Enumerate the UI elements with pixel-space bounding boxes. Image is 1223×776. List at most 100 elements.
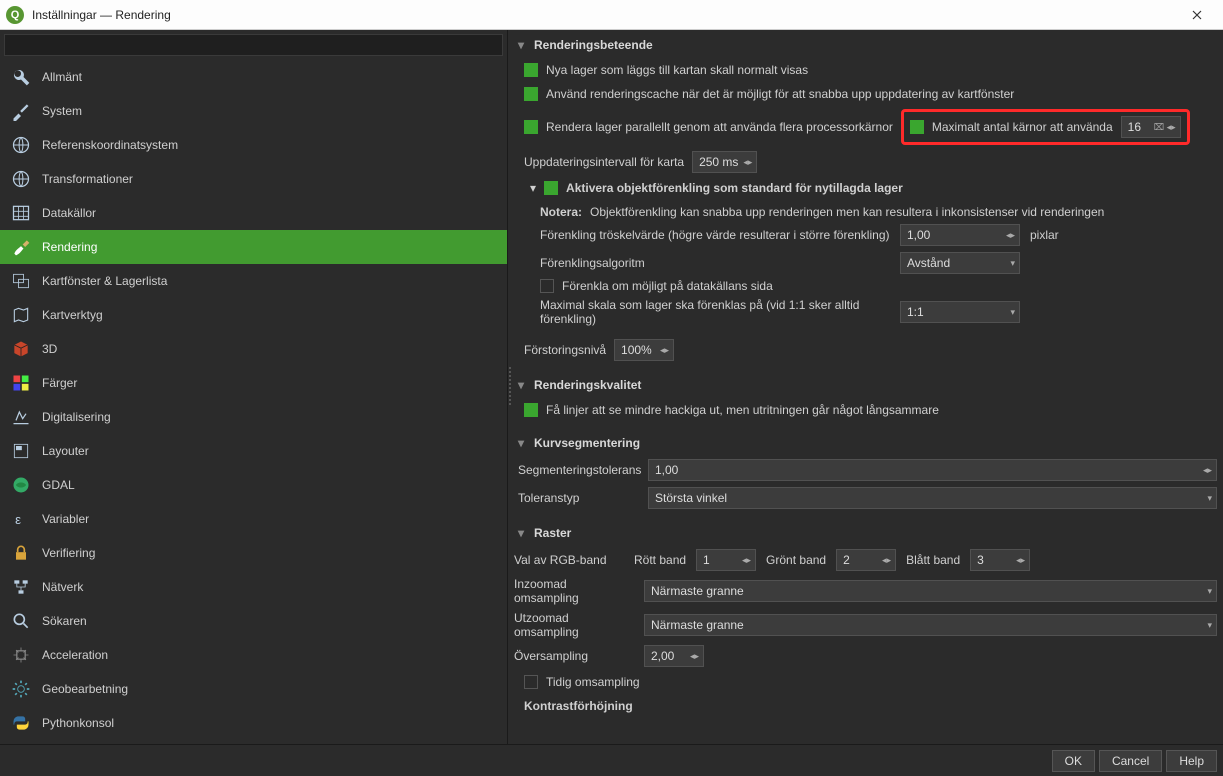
sidebar-item-n-tverk[interactable]: Nätverk	[0, 570, 507, 604]
label-oversampling: Översampling	[514, 649, 634, 663]
checkbox-max-cores[interactable]	[910, 120, 924, 134]
tools-icon	[10, 100, 32, 122]
label-zoomed-out: Utzoomad omsampling	[514, 611, 634, 639]
epsilon-icon: ε	[10, 508, 32, 530]
maptools-icon	[10, 304, 32, 326]
sidebar-item-acceleration[interactable]: Acceleration	[0, 638, 507, 672]
label-max-cores: Maximalt antal kärnor att använda	[932, 120, 1113, 134]
label-threshold-unit: pixlar	[1030, 228, 1217, 242]
section-title: Kurvsegmentering	[534, 436, 640, 450]
chevron-down-icon[interactable]: ▾	[530, 181, 536, 195]
sidebar-item-geobearbetning[interactable]: Geobearbetning	[0, 672, 507, 706]
sidebar-item-variabler[interactable]: εVariabler	[0, 502, 507, 536]
chevron-down-icon: ▾	[1207, 488, 1212, 508]
combo-algorithm-value: Avstånd	[907, 256, 950, 270]
sidebar-item-allm-nt[interactable]: Allmänt	[0, 60, 507, 94]
sidebar-item-f-rger[interactable]: Färger	[0, 366, 507, 400]
sidebar-item-label: Kartfönster & Lagerlista	[42, 274, 167, 288]
gdal-icon	[10, 474, 32, 496]
checkbox-early-resampling[interactable]	[524, 675, 538, 689]
wrench-icon	[10, 66, 32, 88]
sidebar-item-label: Layouter	[42, 444, 89, 458]
section-raster[interactable]: ▾ Raster	[514, 522, 1217, 546]
combo-max-scale[interactable]: 1:1 ▾	[900, 301, 1020, 323]
spin-arrows-icon: ◂▸	[743, 152, 752, 172]
checkbox-antialias[interactable]	[524, 403, 538, 417]
globe-icon	[10, 134, 32, 156]
cube-icon	[10, 338, 32, 360]
ok-button[interactable]: OK	[1052, 750, 1095, 772]
chevron-down-icon: ▾	[514, 38, 528, 52]
combo-zoomed-out[interactable]: Närmaste granne ▾	[644, 614, 1217, 636]
combo-zoomed-in-value: Närmaste granne	[651, 584, 744, 598]
brush-icon	[10, 236, 32, 258]
sidebar-item-label: Färger	[42, 376, 77, 390]
sidebar-item-transformationer[interactable]: Transformationer	[0, 162, 507, 196]
section-rendering-behavior[interactable]: ▾ Renderingsbeteende	[514, 34, 1217, 58]
search-input[interactable]	[4, 34, 503, 56]
sidebar-item-s-karen[interactable]: Sökaren	[0, 604, 507, 638]
sidebar-item-3d[interactable]: 3D	[0, 332, 507, 366]
chevron-down-icon: ▾	[514, 378, 528, 392]
label-green-band: Grönt band	[766, 553, 826, 567]
label-magnification: Förstoringsnivå	[524, 343, 606, 357]
sidebar-item-verifiering[interactable]: Verifiering	[0, 536, 507, 570]
sidebar-item-label: System	[42, 104, 82, 118]
sidebar-item-referenskoordinatsystem[interactable]: Referenskoordinatsystem	[0, 128, 507, 162]
spin-seg-tolerance[interactable]: 1,00 ◂▸	[648, 459, 1217, 481]
sidebar-item-rendering[interactable]: Rendering	[0, 230, 507, 264]
spin-arrows-icon: ◂▸	[1203, 460, 1212, 480]
checkbox-simplify-default[interactable]	[544, 181, 558, 195]
sidebar: Allmänt System ReferenskoordinatsystemTran…	[0, 30, 508, 744]
combo-algorithm[interactable]: Avstånd ▾	[900, 252, 1020, 274]
combo-zoomed-in[interactable]: Närmaste granne ▾	[644, 580, 1217, 602]
combo-tolerance-type[interactable]: Största vinkel ▾	[648, 487, 1217, 509]
sidebar-item-label: Sökaren	[42, 614, 87, 628]
combo-tolerance-type-value: Största vinkel	[655, 491, 727, 505]
close-button[interactable]	[1177, 1, 1217, 29]
spin-arrows-icon: ◂▸	[742, 550, 751, 570]
palette-icon	[10, 372, 32, 394]
sidebar-item-label: Allmänt	[42, 70, 82, 84]
sidebar-item-gdal[interactable]: GDAL	[0, 468, 507, 502]
sidebar-item-datak-llor[interactable]: Datakällor	[0, 196, 507, 230]
sidebar-item-label: Pythonkonsol	[42, 716, 114, 730]
spin-blue-band[interactable]: 3 ◂▸	[970, 549, 1030, 571]
checkbox-parallel-render[interactable]	[524, 120, 538, 134]
sidebar-item-kartverktyg[interactable]: Kartverktyg	[0, 298, 507, 332]
spin-arrows-icon: ◂▸	[882, 550, 891, 570]
canvas-icon	[10, 270, 32, 292]
checkbox-provider-simplify[interactable]	[540, 279, 554, 293]
help-button[interactable]: Help	[1166, 750, 1217, 772]
spin-green-value: 2	[843, 553, 850, 567]
sidebar-item-layouter[interactable]: Layouter	[0, 434, 507, 468]
label-update-interval: Uppdateringsintervall för karta	[524, 155, 684, 169]
checkbox-new-layers-visible[interactable]	[524, 63, 538, 77]
sidebar-list: Allmänt System ReferenskoordinatsystemTran…	[0, 60, 507, 744]
sidebar-item-kartf-nster-lagerlista[interactable]: Kartfönster & Lagerlista	[0, 264, 507, 298]
cancel-button[interactable]: Cancel	[1099, 750, 1162, 772]
section-rendering-quality[interactable]: ▾ Renderingskvalitet	[514, 374, 1217, 398]
sidebar-item-digitalisering[interactable]: Digitalisering	[0, 400, 507, 434]
sidebar-item-label: Digitalisering	[42, 410, 111, 424]
digitize-icon	[10, 406, 32, 428]
section-curve[interactable]: ▾ Kurvsegmentering	[514, 432, 1217, 456]
spin-green-band[interactable]: 2 ◂▸	[836, 549, 896, 571]
lock-icon	[10, 542, 32, 564]
sidebar-item-pythonkonsol[interactable]: Pythonkonsol	[0, 706, 507, 740]
label-zoomed-in: Inzoomad omsampling	[514, 577, 634, 605]
spin-oversampling[interactable]: 2,00 ◂▸	[644, 645, 704, 667]
chevron-down-icon: ▾	[514, 436, 528, 450]
label-threshold: Förenkling tröskelvärde (högre värde res…	[540, 228, 890, 242]
spin-magnification[interactable]: 100% ◂▸	[614, 339, 674, 361]
chevron-down-icon: ▾	[1010, 253, 1015, 273]
label-contrast-title: Kontrastförhöjning	[524, 699, 633, 713]
checkbox-render-cache[interactable]	[524, 87, 538, 101]
label-algorithm: Förenklingsalgoritm	[540, 256, 890, 270]
spin-red-band[interactable]: 1 ◂▸	[696, 549, 756, 571]
spin-max-cores[interactable]: 16 ⌧ ◂▸	[1121, 116, 1181, 138]
spin-threshold[interactable]: 1,00 ◂▸	[900, 224, 1020, 246]
sidebar-item-system[interactable]: System	[0, 94, 507, 128]
section-title: Renderingsbeteende	[534, 38, 653, 52]
spin-update-interval[interactable]: 250 ms ◂▸	[692, 151, 757, 173]
